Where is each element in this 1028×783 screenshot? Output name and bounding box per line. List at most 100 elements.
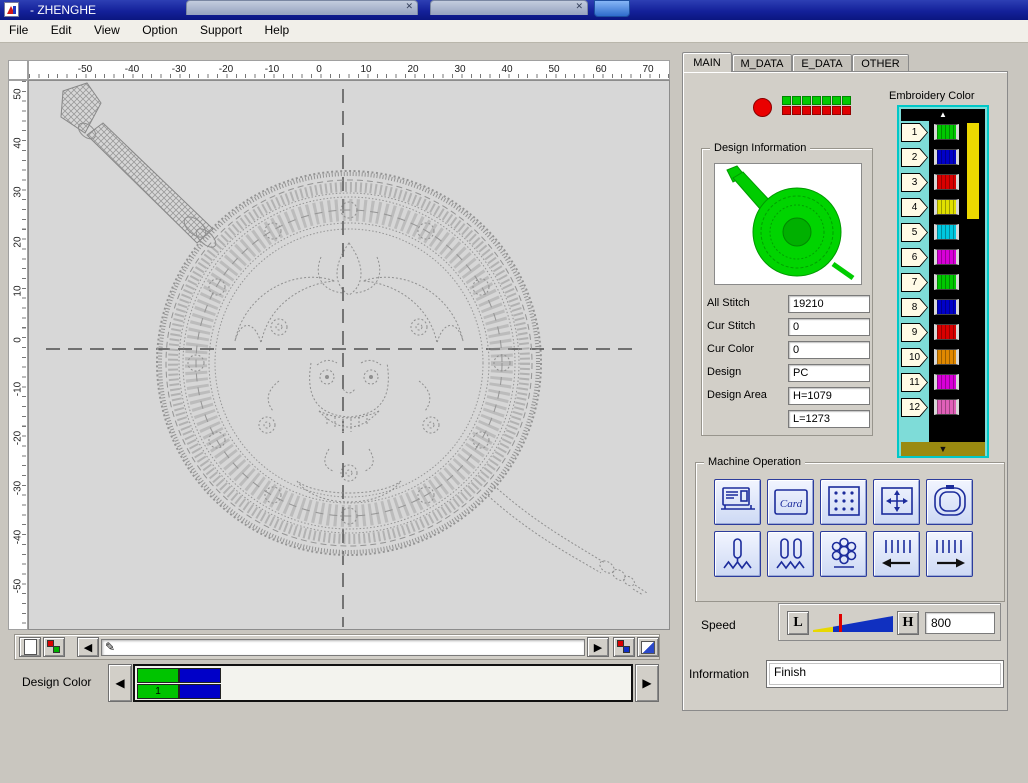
hoop-frame-button[interactable]: [926, 479, 973, 525]
design-value[interactable]: PC: [788, 364, 870, 382]
ruler-label: 40: [501, 64, 513, 75]
design-canvas[interactable]: [28, 80, 670, 630]
needle-color-row[interactable]: 7: [901, 271, 985, 296]
stitch-progress-slider[interactable]: ✎: [101, 639, 585, 656]
ruler-horizontal: -50 -40 -30 -20 -10 0 10 20 30 40 50 60 …: [28, 60, 670, 80]
card-read-button[interactable]: Card: [767, 479, 814, 525]
group-title: Machine Operation: [704, 456, 805, 468]
machine-icon: [720, 487, 755, 510]
needle-number: 7: [902, 274, 927, 291]
ruler-label: -20: [12, 430, 24, 446]
color-swatch-current[interactable]: 1: [137, 684, 179, 699]
pencil-icon[interactable]: ✎: [105, 640, 115, 654]
ruler-label: 30: [454, 64, 466, 75]
step-forward-button[interactable]: ▶: [587, 637, 609, 657]
color-scroll-up-button[interactable]: ▲: [901, 109, 985, 121]
color-view-button[interactable]: [613, 637, 635, 657]
tab-main[interactable]: MAIN: [682, 52, 732, 72]
menu-view[interactable]: View: [85, 20, 129, 37]
ruler-label: -20: [218, 64, 234, 75]
menu-help[interactable]: Help: [255, 20, 298, 37]
close-icon: ✕: [575, 1, 583, 11]
card-icon: Card: [773, 489, 808, 515]
frame-origin-button[interactable]: [873, 479, 920, 525]
needle-number: 3: [902, 174, 927, 191]
ruler-label: 0: [12, 337, 24, 343]
color-mode-button[interactable]: [43, 637, 65, 657]
information-field[interactable]: Finish: [766, 660, 1004, 688]
needle-number: 5: [902, 224, 927, 241]
design-manage-button[interactable]: [820, 479, 867, 525]
needle-double-button[interactable]: [767, 531, 814, 577]
menu-option[interactable]: Option: [133, 20, 186, 37]
tab-e-data[interactable]: E_DATA: [792, 54, 852, 72]
needle-number: 6: [902, 249, 927, 266]
cur-color-label: Cur Color: [707, 343, 755, 355]
needle-color-row[interactable]: 6: [901, 246, 985, 271]
ruler-label: 70: [642, 64, 654, 75]
ruler-label: 50: [12, 88, 24, 100]
ruler-ticks: [22, 81, 26, 629]
needle-color-row[interactable]: 11: [901, 371, 985, 396]
color-squares-icon: [47, 640, 61, 654]
speed-low-button[interactable]: L: [787, 611, 809, 635]
design-area-l-value[interactable]: L=1273: [788, 410, 870, 428]
color-swatch[interactable]: [137, 668, 179, 683]
hoop-icon: [933, 485, 966, 516]
needle-color-row[interactable]: 2: [901, 146, 985, 171]
all-stitch-value[interactable]: 19210: [788, 295, 870, 313]
speed-gauge[interactable]: [813, 612, 893, 634]
needle-color-row[interactable]: 9: [901, 321, 985, 346]
needle-color-row[interactable]: 10: [901, 346, 985, 371]
color-swatch[interactable]: [179, 668, 221, 683]
application-window: - ZHENGHE ✕ ✕ File Edit View Option Supp…: [0, 0, 1028, 783]
menu-file[interactable]: File: [0, 20, 37, 37]
design-area-h-value[interactable]: H=1079: [788, 387, 870, 405]
ruler-label: 0: [316, 64, 322, 75]
speed-high-button[interactable]: H: [897, 611, 919, 635]
led-row-green: [782, 96, 851, 105]
ruler-label: 50: [548, 64, 560, 75]
ruler-vertical: 50 40 30 20 10 0 -10 -20 -30 -40 -50: [8, 80, 28, 630]
background-window-tab: ✕: [186, 0, 418, 15]
new-page-button[interactable]: [19, 637, 41, 657]
speed-value-field[interactable]: 800: [925, 612, 995, 634]
needle-color-row[interactable]: 1: [901, 121, 985, 146]
needle-bar-left-icon: [881, 540, 911, 568]
needle-bar-left-button[interactable]: [873, 531, 920, 577]
logo-blue-bar: [13, 6, 16, 14]
needle-color-row[interactable]: 12: [901, 396, 985, 421]
needle-bar-right-button[interactable]: [926, 531, 973, 577]
machine-start-button[interactable]: [714, 479, 761, 525]
color-squares-icon: [617, 640, 631, 654]
color-scroll-down-button[interactable]: ▼: [901, 442, 985, 456]
led-status-grid: [782, 96, 851, 116]
design-rotate-button[interactable]: [820, 531, 867, 577]
color-swatch[interactable]: [179, 684, 221, 699]
needle-color-row[interactable]: 3: [901, 171, 985, 196]
needle-number: 2: [902, 149, 927, 166]
needle-double-icon: [775, 538, 805, 570]
design-information-group: Design Information All Stitch 19210 Cur …: [701, 142, 873, 436]
needle-single-button[interactable]: [714, 531, 761, 577]
cur-stitch-value[interactable]: 0: [788, 318, 870, 336]
cur-color-value[interactable]: 0: [788, 341, 870, 359]
design-pattern-icon: [827, 486, 860, 516]
step-back-button[interactable]: ◀: [77, 637, 99, 657]
needle-color-row[interactable]: 5: [901, 221, 985, 246]
thread-spool: [934, 249, 959, 265]
thread-spool: [934, 124, 959, 140]
menu-support[interactable]: Support: [191, 20, 251, 37]
needle-color-row[interactable]: 8: [901, 296, 985, 321]
zoom-fit-button[interactable]: [637, 637, 659, 657]
design-color-next-button[interactable]: ▶: [635, 664, 659, 702]
ruler-label: 20: [12, 236, 24, 248]
needle-color-row[interactable]: 4: [901, 196, 985, 221]
thread-spool: [934, 274, 959, 290]
menu-edit[interactable]: Edit: [42, 20, 81, 37]
embroidery-color-label: Embroidery Color: [889, 90, 975, 102]
tab-m-data[interactable]: M_DATA: [732, 54, 792, 72]
tab-other[interactable]: OTHER: [852, 54, 909, 72]
flower-rotate-icon: [831, 537, 856, 568]
design-color-prev-button[interactable]: ◀: [108, 664, 132, 702]
